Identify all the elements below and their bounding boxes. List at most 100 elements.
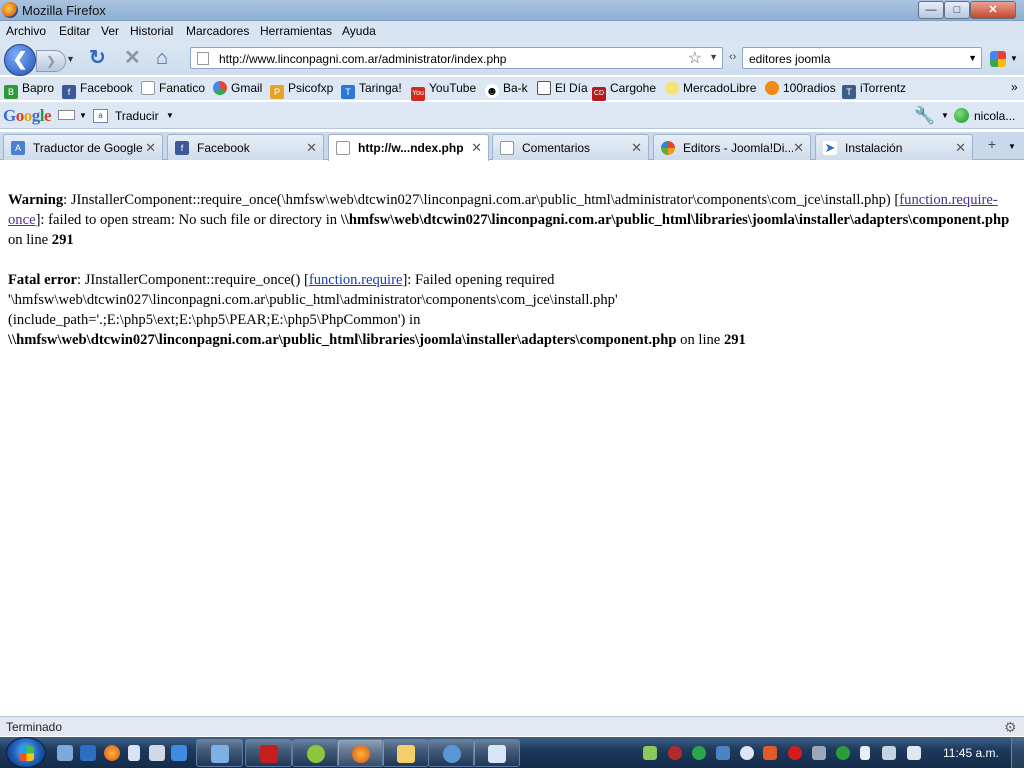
stop-icon[interactable]: ✕ (124, 47, 141, 69)
translate-icon[interactable]: a (93, 109, 108, 123)
tray-speaker-icon[interactable] (763, 746, 777, 760)
tray-mo-icon[interactable] (716, 746, 730, 760)
tray-antivirus-icon[interactable] (788, 746, 802, 760)
bookmarks-overflow-icon[interactable]: » (1011, 80, 1018, 94)
notepad-icon[interactable] (128, 745, 140, 761)
page-favicon-icon (197, 52, 209, 65)
google-search-field[interactable] (58, 110, 75, 120)
tab-traductor-de-google[interactable]: A Traductor de Google ✕ (3, 134, 163, 160)
back-button[interactable]: ❮ (4, 44, 36, 76)
bookmark-gmail[interactable]: Gmail (213, 81, 262, 95)
function-require-link[interactable]: function.require (309, 272, 403, 288)
new-tab-button[interactable]: + (982, 136, 1002, 156)
google-toolbar: Google ▼ a Traducir ▼ 🔧 ▼ nicola... (0, 102, 1024, 129)
close-tab-icon[interactable]: ✕ (793, 140, 804, 156)
bookmarks-bar: B Bapro f Facebook Fanatico Gmail P Psicofx… (0, 77, 1024, 101)
tab-facebook[interactable]: f Facebook ✕ (167, 134, 324, 160)
menu-herramientas[interactable]: Herramientas (260, 24, 332, 38)
reload-icon[interactable]: ↻ (89, 47, 106, 69)
menu-editar[interactable]: Editar (59, 24, 90, 38)
translate-button[interactable]: Traducir (115, 109, 159, 123)
taskbar-app-firefox[interactable] (337, 739, 384, 767)
firefox-quicklaunch-icon[interactable] (104, 745, 120, 761)
tray-network-icon[interactable] (812, 746, 826, 760)
search-box[interactable]: editores joomla ▼ (742, 47, 982, 69)
bookmark-itorrentz[interactable]: TiTorrentz (842, 81, 906, 99)
search-engine-icon[interactable]: ‹› (729, 51, 736, 63)
taskbar-clock[interactable]: 11:45 a.m. (943, 746, 999, 760)
history-dropdown-icon[interactable]: ▼ (66, 54, 76, 66)
tray-app-icon[interactable] (668, 746, 682, 760)
bookmark-psicofxp[interactable]: P Psicofxp (270, 81, 333, 99)
volume-icon[interactable] (907, 746, 921, 760)
fatal-line-number: 291 (723, 332, 746, 348)
bookmark-youtube[interactable]: You YouTube (411, 81, 476, 101)
tray-green-icon[interactable] (692, 746, 706, 760)
bookmark-facebook[interactable]: f Facebook (62, 81, 133, 99)
google-logo[interactable]: Google (3, 106, 52, 126)
google-icon[interactable] (990, 51, 1006, 67)
minimize-button[interactable]: — (918, 1, 944, 19)
search-input[interactable]: editores joomla (749, 52, 830, 66)
100radios-icon (765, 81, 779, 95)
taskbar-app-explorer[interactable] (382, 739, 429, 767)
tab-editors-joomla[interactable]: Editors - Joomla!Di... ✕ (653, 134, 811, 160)
settings-dropdown-icon[interactable]: ▼ (941, 111, 949, 120)
show-desktop-button[interactable] (1011, 737, 1024, 768)
taskbar-app-network[interactable] (196, 739, 243, 767)
url-dropdown-icon[interactable]: ▼ (709, 52, 718, 62)
google-search-dropdown-icon[interactable]: ▼ (79, 111, 87, 120)
url-text[interactable]: http://www.linconpagni.com.ar/administra… (219, 52, 506, 66)
menu-archivo[interactable]: Archivo (6, 24, 46, 38)
menu-ver[interactable]: Ver (101, 24, 119, 38)
taskbar-app-notepad[interactable] (473, 739, 520, 767)
user-account-button[interactable]: nicola... (974, 109, 1015, 123)
show-desktop-icon[interactable] (57, 745, 73, 761)
close-tab-icon[interactable]: ✕ (955, 140, 966, 156)
ie-icon[interactable] (171, 745, 187, 761)
close-tab-icon[interactable]: ✕ (306, 140, 317, 156)
bookmark-fanatico[interactable]: Fanatico (141, 81, 205, 95)
tab-active-index-php[interactable]: http://w...ndex.php ✕ (328, 134, 489, 161)
quicklaunch-icon[interactable] (149, 745, 165, 761)
tab-instalacion[interactable]: ➤ Instalación ✕ (815, 134, 973, 160)
tray-chat-icon[interactable] (740, 746, 754, 760)
bookmark-el-dia[interactable]: El Día (537, 81, 588, 95)
navigation-toolbar: ❮ ❯ ▼ ↻ ✕ ⌂ http://www.linconpagni.com.a… (0, 42, 1024, 76)
screen-icon[interactable] (80, 745, 96, 761)
tab-comentarios[interactable]: Comentarios ✕ (492, 134, 649, 160)
menu-ayuda[interactable]: Ayuda (342, 24, 376, 38)
menu-historial[interactable]: Historial (130, 24, 173, 38)
close-window-button[interactable]: ✕ (970, 1, 1016, 19)
forward-button[interactable]: ❯ (36, 50, 66, 72)
tab-list-dropdown-icon[interactable]: ▼ (1008, 142, 1016, 151)
ba-k-icon: ☻ (485, 84, 499, 98)
close-tab-icon[interactable]: ✕ (631, 140, 642, 156)
tray-status-icon[interactable] (836, 746, 850, 760)
taskbar-app-green[interactable] (292, 739, 339, 767)
maximize-button[interactable]: □ (944, 1, 970, 19)
tray-monitor-icon[interactable] (643, 746, 657, 760)
menu-marcadores[interactable]: Marcadores (186, 24, 249, 38)
search-dropdown-icon[interactable]: ▼ (968, 53, 977, 63)
bookmark-100radios[interactable]: 100radios (765, 81, 836, 95)
close-tab-icon[interactable]: ✕ (471, 140, 482, 156)
google-dropdown-icon[interactable]: ▼ (1010, 54, 1018, 63)
url-bar[interactable]: http://www.linconpagni.com.ar/administra… (190, 47, 723, 69)
bookmark-bapro[interactable]: B Bapro (4, 81, 54, 99)
translate-dropdown-icon[interactable]: ▼ (166, 111, 174, 120)
close-tab-icon[interactable]: ✕ (145, 140, 156, 156)
taskbar-app-messenger[interactable] (428, 739, 475, 767)
bookmark-mercadolibre[interactable]: MercadoLibre (665, 81, 756, 95)
bookmark-star-icon[interactable]: ☆ (688, 48, 702, 68)
action-center-flag-icon[interactable] (860, 746, 870, 760)
bookmark-taringa[interactable]: T Taringa! (341, 81, 402, 99)
bookmark-cargohe[interactable]: CD Cargohe (592, 81, 656, 101)
tray-device-icon[interactable] (882, 746, 896, 760)
taskbar-app-filezilla[interactable] (245, 739, 292, 767)
bookmark-ba-k[interactable]: ☻ Ba-k (485, 81, 528, 98)
home-icon[interactable]: ⌂ (156, 47, 168, 69)
start-button[interactable] (6, 737, 46, 768)
addon-gear-icon[interactable]: ⚙ (1004, 719, 1017, 736)
wrench-icon[interactable]: 🔧 (914, 106, 935, 126)
